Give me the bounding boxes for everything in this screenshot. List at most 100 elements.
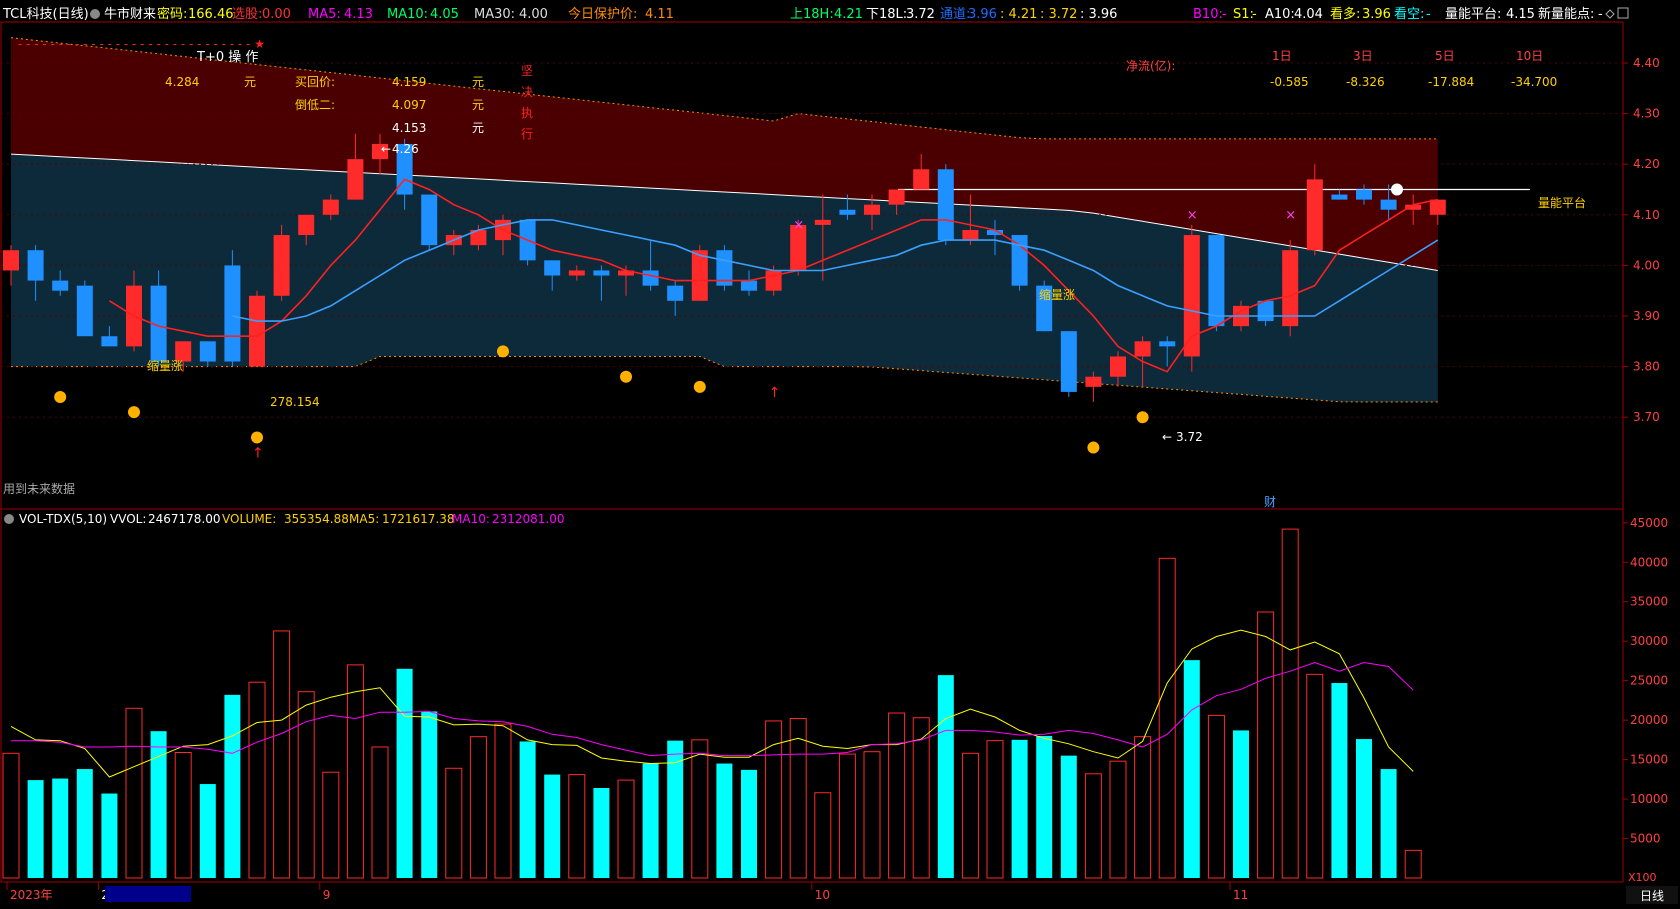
volume-settings-icon[interactable] bbox=[4, 514, 14, 524]
candle-up[interactable] bbox=[913, 169, 930, 190]
buy-signal-icon bbox=[54, 390, 67, 403]
candle-down[interactable] bbox=[1060, 331, 1077, 392]
candle-down[interactable] bbox=[1331, 194, 1348, 200]
netflow-value-4: -34.700 bbox=[1511, 75, 1557, 89]
chart-window: × × × ↑ ↑ 4.40 4.30 4.20 4.10 4.00 3.90 3.80 3.70 4… bbox=[0, 0, 1680, 905]
period-button-label[interactable]: 日线 bbox=[1640, 889, 1664, 903]
stock-title[interactable]: TCL科技(日线) bbox=[2, 7, 89, 22]
up18h-label: 上18H: bbox=[790, 7, 834, 22]
candle-down[interactable] bbox=[224, 265, 241, 362]
candle-up[interactable] bbox=[1134, 341, 1151, 357]
buy-signal-icon bbox=[1087, 441, 1100, 454]
t0-row2-unit2: 元 bbox=[472, 98, 484, 112]
protect-label: 今日保护价: bbox=[568, 6, 637, 22]
vol-ma10-label: MA10: bbox=[452, 512, 490, 526]
chart-canvas: × × × ↑ ↑ 4.40 4.30 4.20 4.10 4.00 3.90 3.80 3.70 4… bbox=[0, 0, 1680, 905]
s1-value: - bbox=[1252, 7, 1257, 22]
volume-ytick-label: 20000 bbox=[1630, 713, 1668, 727]
settings-icon[interactable] bbox=[90, 9, 100, 19]
candle-up[interactable] bbox=[1306, 179, 1323, 251]
candle-up[interactable] bbox=[864, 204, 880, 215]
t0-row2-label: 倒低二: bbox=[295, 98, 335, 112]
vol-ma5-label: MA5: bbox=[349, 512, 379, 526]
candle-down[interactable] bbox=[1356, 189, 1372, 200]
candle-down[interactable] bbox=[937, 169, 954, 241]
volume-bar-down bbox=[544, 774, 561, 878]
ma30-label: MA30: bbox=[474, 7, 515, 22]
volume-ytick-label: 45000 bbox=[1630, 516, 1668, 530]
future-data-label: 用到未来数据 bbox=[3, 481, 75, 496]
shrink-rise-label-1: 缩量涨 bbox=[147, 358, 183, 373]
bear-label: 看空: bbox=[1394, 6, 1424, 22]
volume-indicator-name[interactable]: VOL-TDX(5,10) bbox=[19, 512, 107, 526]
protect-value: 4.11 bbox=[645, 7, 674, 22]
t0-vertical-3: 执 bbox=[521, 106, 533, 120]
ma10-label: MA10: bbox=[387, 7, 428, 22]
candle-up[interactable] bbox=[322, 199, 339, 215]
candle-down[interactable] bbox=[593, 270, 610, 276]
t0-dashed-line: - - - - - - - - - - - - - - - - - - - - … bbox=[18, 37, 265, 51]
finance-marker[interactable]: 财 bbox=[1264, 495, 1276, 509]
candle-up[interactable] bbox=[273, 235, 290, 296]
period-button[interactable]: 日线 bbox=[1626, 886, 1678, 904]
candle-up[interactable] bbox=[298, 214, 315, 236]
volume-bar-down bbox=[224, 694, 241, 878]
t0-row1-unit2: 元 bbox=[472, 75, 484, 89]
candle-down[interactable] bbox=[642, 270, 659, 286]
volume-bar-down bbox=[76, 769, 93, 878]
low-label-prefix: ← bbox=[1162, 430, 1172, 444]
candle-up[interactable] bbox=[3, 250, 19, 271]
buy-signal-icon bbox=[251, 431, 263, 444]
platform-label: 量能平台: bbox=[1445, 7, 1501, 22]
ma30-value: 4.00 bbox=[519, 7, 548, 22]
buy-signal-icon bbox=[497, 345, 509, 358]
candle-down[interactable] bbox=[421, 194, 438, 246]
candle-up[interactable] bbox=[691, 250, 708, 301]
t0-row2-val2: 4.097 bbox=[392, 98, 426, 112]
t0-row1-val2: 4.159 bbox=[392, 75, 426, 89]
volume-bar-down bbox=[1233, 730, 1249, 878]
candle-down[interactable] bbox=[76, 285, 93, 337]
volume-label: VOLUME: bbox=[222, 512, 276, 526]
a10-label: A10: bbox=[1265, 7, 1295, 22]
x-axis-label: 10 bbox=[815, 888, 830, 902]
candle-down[interactable] bbox=[52, 280, 69, 291]
candle-down[interactable] bbox=[27, 250, 44, 281]
low-label: 3.72 bbox=[1176, 430, 1203, 444]
candle-down[interactable] bbox=[1380, 199, 1397, 210]
volume-bar-down bbox=[421, 711, 438, 878]
candle-up[interactable] bbox=[1282, 250, 1299, 327]
volume-bar-down bbox=[1060, 755, 1077, 878]
unit-label: X100 bbox=[1628, 871, 1657, 884]
candle-down[interactable] bbox=[199, 341, 216, 362]
candle-up[interactable] bbox=[1110, 356, 1126, 377]
candle-down[interactable] bbox=[839, 209, 856, 215]
candle-up[interactable] bbox=[888, 189, 905, 205]
netflow-period-4: 10日 bbox=[1516, 49, 1543, 63]
candle-up[interactable] bbox=[347, 159, 364, 200]
price-ytick-label: 3.70 bbox=[1633, 410, 1660, 424]
candle-up[interactable] bbox=[249, 295, 265, 367]
candle-up[interactable] bbox=[814, 219, 831, 225]
candle-up[interactable] bbox=[568, 270, 585, 276]
candle-down[interactable] bbox=[1208, 235, 1225, 327]
limit-down-value: 0.00 bbox=[262, 7, 291, 22]
candle-up[interactable] bbox=[765, 270, 782, 291]
price-ytick-label: 4.40 bbox=[1633, 56, 1660, 70]
candle-up[interactable] bbox=[962, 229, 979, 241]
candle-up[interactable] bbox=[1429, 199, 1446, 215]
volume-bar-down bbox=[593, 788, 610, 878]
buy-signal-icon bbox=[693, 380, 706, 393]
candle-down[interactable] bbox=[667, 285, 684, 301]
up-arrow-icon: ↑ bbox=[769, 385, 781, 401]
volume-bar-down bbox=[642, 763, 659, 878]
buy-signal-icon bbox=[620, 370, 632, 383]
candle-down[interactable] bbox=[101, 336, 118, 347]
buy-signal-icon bbox=[128, 406, 140, 419]
candle-up[interactable] bbox=[1183, 235, 1200, 357]
candle-down[interactable] bbox=[741, 280, 757, 291]
candle-down[interactable] bbox=[1159, 341, 1176, 347]
candle-up[interactable] bbox=[1085, 376, 1102, 387]
candle-down[interactable] bbox=[544, 260, 561, 276]
volume-bar-down bbox=[27, 780, 44, 878]
